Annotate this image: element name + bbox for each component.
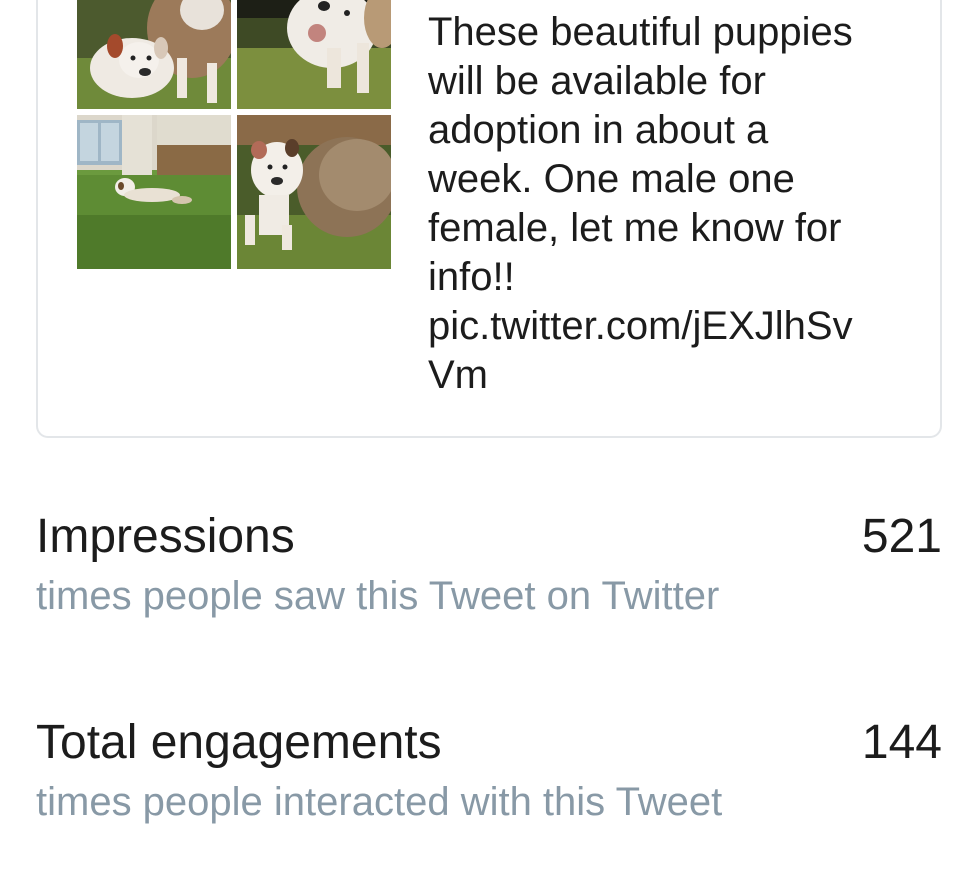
puppy-photo-2-image [237,0,391,109]
tweet-text-line: adoption in about a [428,108,769,152]
puppy-photo-3[interactable] [77,115,231,269]
tweet-card[interactable]: These beautiful puppies will be availabl… [36,0,942,438]
impressions-label: Impressions [36,510,295,563]
photo-grid[interactable] [77,0,391,270]
engagements-value: 144 [861,716,942,769]
tweet-text-line: will be available for [428,59,766,103]
tweet-text-line: info!! [428,255,515,299]
puppy-photo-4-image [237,115,391,269]
puppy-photo-1-image [77,0,231,109]
puppy-photo-4[interactable] [237,115,391,269]
tweet-text-line: These beautiful puppies [428,10,853,54]
engagements-description: times people interacted with this Tweet [36,780,723,824]
puppy-photo-1[interactable] [77,0,231,109]
puppy-photo-2[interactable] [237,0,391,109]
tweet-text-line: week. One male one [428,157,795,201]
impressions-value: 521 [861,510,942,563]
tweet-text-line: female, let me know for [428,206,842,250]
tweet-link-line[interactable]: pic.twitter.com/jEXJlhSv [428,302,908,351]
tweet-text: These beautiful puppies will be availabl… [428,8,908,400]
engagements-label: Total engagements [36,716,442,769]
puppy-photo-3-image [77,115,231,269]
tweet-link-line[interactable]: Vm [428,351,908,400]
impressions-description: times people saw this Tweet on Twitter [36,574,720,618]
